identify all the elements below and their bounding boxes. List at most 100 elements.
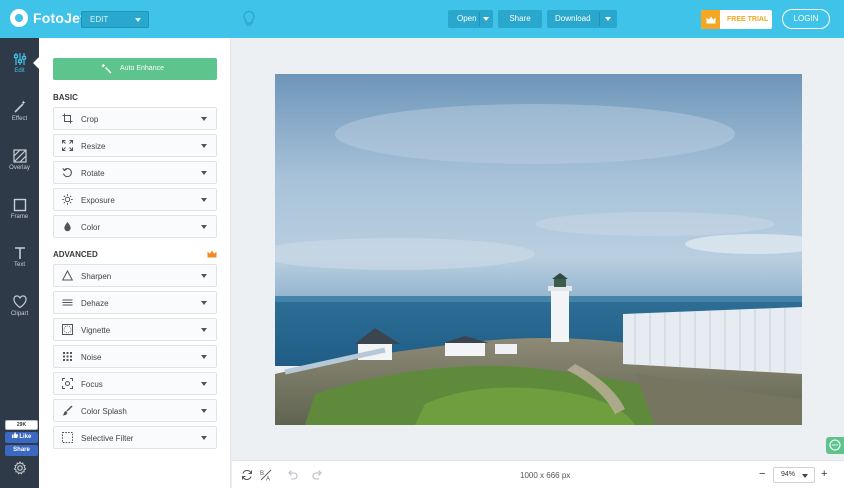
lines-icon <box>62 299 73 306</box>
vignette-icon <box>62 324 73 335</box>
tool-exposure[interactable]: Exposure <box>53 188 217 211</box>
divider <box>599 12 600 26</box>
panel-pointer <box>33 56 40 70</box>
tool-label: Crop <box>81 115 99 124</box>
triangle-icon <box>62 270 73 281</box>
lightbulb-icon[interactable] <box>241 10 257 28</box>
tool-vignette[interactable]: Vignette <box>53 318 217 341</box>
tool-label: Sharpen <box>81 272 112 281</box>
svg-text:B: B <box>260 471 264 477</box>
nav-label: Frame <box>10 214 29 220</box>
tool-label: Focus <box>81 380 103 389</box>
redo-icon[interactable] <box>312 469 324 481</box>
chevron-down-icon <box>201 301 207 305</box>
tool-selective-filter[interactable]: Selective Filter <box>53 426 217 449</box>
chevron-down-icon <box>201 198 207 202</box>
focus-icon <box>62 378 73 389</box>
tool-focus[interactable]: Focus <box>53 372 217 395</box>
tool-dehaze[interactable]: Dehaze <box>53 291 217 314</box>
sun-icon <box>62 194 73 205</box>
chevron-down-icon[interactable] <box>483 17 489 21</box>
chevron-down-icon <box>201 355 207 359</box>
zoom-in-button[interactable]: + <box>821 468 827 480</box>
thumbs-up-icon <box>11 432 18 438</box>
chevron-down-icon[interactable] <box>605 17 611 21</box>
svg-text:A: A <box>266 477 270 482</box>
edit-panel: Auto Enhance BASIC Crop Resize Rotate Ex… <box>39 38 231 488</box>
grid-icon <box>63 352 72 361</box>
chevron-down-icon <box>802 474 808 478</box>
fb-share-label: Share <box>13 447 30 453</box>
zoom-out-button[interactable]: − <box>759 468 765 480</box>
mode-select-value: EDIT <box>90 15 109 24</box>
advanced-section-title: ADVANCED <box>53 250 98 259</box>
chevron-down-icon <box>201 409 207 413</box>
facebook-share-button[interactable]: Share <box>5 445 38 456</box>
chat-button[interactable] <box>826 437 844 454</box>
sliders-icon <box>13 53 26 65</box>
tool-color-splash[interactable]: Color Splash <box>53 399 217 422</box>
auto-enhance-label: Auto Enhance <box>120 65 164 72</box>
tool-label: Resize <box>81 142 106 151</box>
tool-color[interactable]: Color <box>53 215 217 238</box>
mode-select[interactable]: EDIT <box>81 11 149 28</box>
magic-wand-icon <box>13 100 25 113</box>
basic-section-title: BASIC <box>53 93 78 102</box>
tool-rotate[interactable]: Rotate <box>53 161 217 184</box>
tool-label: Exposure <box>81 196 115 205</box>
tool-noise[interactable]: Noise <box>53 345 217 368</box>
chevron-down-icon <box>135 18 141 22</box>
image-dimensions: 1000 x 666 px <box>520 471 571 480</box>
tool-label: Selective Filter <box>81 434 134 443</box>
nav-item-clipart[interactable]: Clipart <box>0 295 39 335</box>
download-button[interactable]: Download <box>547 10 617 28</box>
login-label: LOGIN <box>793 14 819 23</box>
free-trial-button[interactable]: FREE TRIAL <box>701 10 772 29</box>
compare-icon[interactable]: B A <box>260 469 272 481</box>
chevron-down-icon <box>201 171 207 175</box>
free-trial-label: FREE TRIAL <box>727 16 769 23</box>
chat-icon <box>829 439 841 451</box>
canvas-area <box>232 38 844 460</box>
undo-icon[interactable] <box>286 469 298 481</box>
auto-enhance-button[interactable]: Auto Enhance <box>53 58 217 80</box>
chevron-down-icon <box>201 144 207 148</box>
dashed-square-icon <box>62 432 73 443</box>
open-button[interactable]: Open <box>448 10 493 28</box>
like-label: Like <box>19 434 32 440</box>
logo-icon <box>10 9 28 27</box>
nav-item-text[interactable]: Text <box>0 246 39 286</box>
chevron-down-icon <box>201 225 207 229</box>
facebook-like-widget: 29K Like Share <box>5 420 38 457</box>
brush-icon <box>62 405 73 416</box>
nav-item-overlay[interactable]: Overlay <box>0 149 39 189</box>
zoom-select[interactable]: 94% <box>773 467 815 483</box>
gear-icon[interactable] <box>13 461 27 475</box>
tool-label: Dehaze <box>81 299 109 308</box>
photo-image[interactable] <box>275 74 802 425</box>
tool-resize[interactable]: Resize <box>53 134 217 157</box>
crown-icon <box>207 250 217 258</box>
crown-icon <box>701 10 720 29</box>
nav-item-frame[interactable]: Frame <box>0 198 39 238</box>
divider <box>479 12 480 26</box>
tool-crop[interactable]: Crop <box>53 107 217 130</box>
login-button[interactable]: LOGIN <box>782 9 830 29</box>
tool-sharpen[interactable]: Sharpen <box>53 264 217 287</box>
share-button[interactable]: Share <box>498 10 542 28</box>
top-bar: FotoJet EDIT Open Share Download FREE TR… <box>0 0 844 38</box>
nav-item-effect[interactable]: Effect <box>0 100 39 140</box>
chevron-down-icon <box>201 436 207 440</box>
chevron-down-icon <box>201 382 207 386</box>
heart-icon <box>12 295 27 309</box>
tool-label: Color <box>81 223 101 232</box>
resize-icon <box>62 140 73 151</box>
overlay-icon <box>12 149 27 163</box>
fotojet-logo[interactable]: FotoJet <box>10 9 85 27</box>
chevron-down-icon <box>201 328 207 332</box>
logo-text: FotoJet <box>33 10 85 26</box>
reset-icon[interactable] <box>241 469 253 481</box>
frame-icon <box>13 198 26 212</box>
nav-label: Overlay <box>9 165 30 171</box>
facebook-like-button[interactable]: Like <box>5 432 38 443</box>
